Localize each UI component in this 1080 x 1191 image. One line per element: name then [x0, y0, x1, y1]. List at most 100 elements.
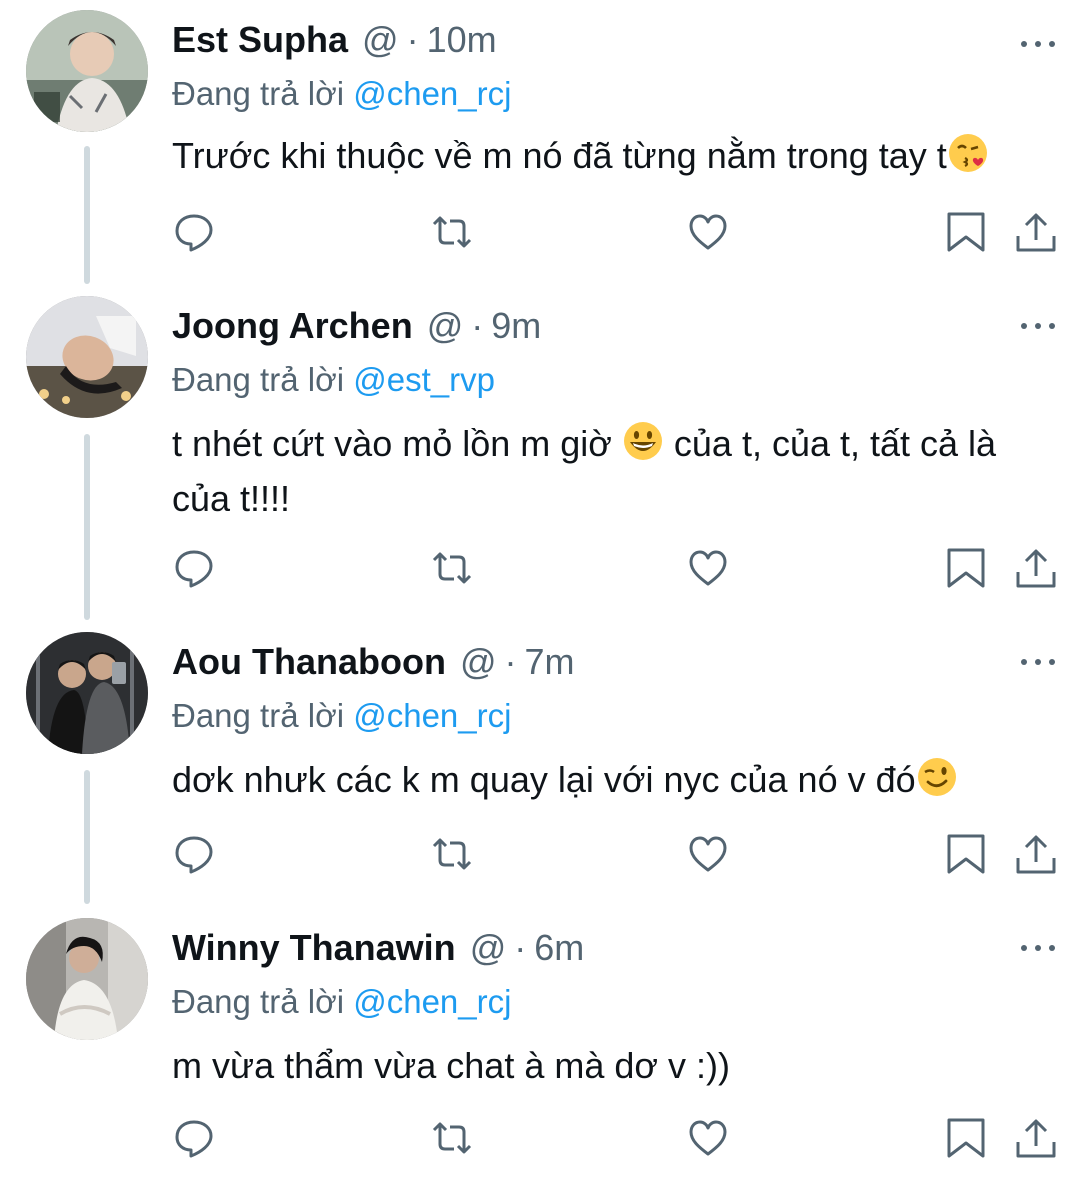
replying-prefix: Đang trả lời — [172, 75, 345, 112]
replying-to-mention[interactable]: @chen_rcj — [353, 983, 511, 1020]
bookmark-icon — [947, 834, 985, 874]
author-name[interactable]: Winny Thanawin — [172, 927, 456, 969]
tweet-text-part: t nhét cứt vào mỏ lồn m giờ — [172, 423, 622, 464]
author-handle[interactable]: @ — [427, 305, 464, 347]
reply-button[interactable] — [172, 832, 216, 876]
tweet-text-part: dơk nhưk các k m quay lại với nyc của nó… — [172, 759, 916, 800]
reply-button[interactable] — [172, 1116, 216, 1160]
share-button[interactable] — [1014, 1116, 1058, 1160]
replying-prefix: Đang trả lời — [172, 361, 345, 398]
replying-to-mention[interactable]: @chen_rcj — [353, 75, 511, 112]
tweet-time[interactable]: 10m — [427, 19, 497, 61]
like-icon — [689, 836, 727, 872]
share-button[interactable] — [1014, 210, 1058, 254]
bookmark-button[interactable] — [944, 210, 988, 254]
share-button[interactable] — [1014, 832, 1058, 876]
tweet-actions — [172, 210, 1060, 254]
tweet-time[interactable]: 7m — [525, 641, 575, 683]
avatar-winny-thanawin[interactable] — [26, 918, 148, 1040]
author-handle[interactable]: @ — [460, 641, 497, 683]
tweet-text: t nhét cứt vào mỏ lồn m giờ của t, của t… — [172, 416, 1060, 526]
bookmark-button[interactable] — [944, 832, 988, 876]
author-name[interactable]: Est Supha — [172, 19, 348, 61]
tweet-actions — [172, 1116, 1060, 1160]
retweet-button[interactable] — [430, 546, 474, 590]
like-button[interactable] — [686, 546, 730, 590]
like-icon — [689, 1120, 727, 1156]
reply-tweet-3[interactable]: Aou Thanaboon @ · 7m Đang trả lời @chen_… — [0, 626, 1080, 910]
like-button[interactable] — [686, 1116, 730, 1160]
like-icon — [689, 550, 727, 586]
more-options-button[interactable] — [1018, 34, 1058, 54]
bookmark-icon — [947, 212, 985, 252]
replying-to-mention[interactable]: @est_rvp — [353, 361, 495, 398]
bookmark-icon — [947, 1118, 985, 1158]
author-handle[interactable]: @ — [470, 927, 507, 969]
reply-icon — [175, 214, 213, 252]
kissing-heart-emoji-icon — [948, 134, 987, 172]
more-options-button[interactable] — [1018, 652, 1058, 672]
reply-icon — [175, 1120, 213, 1158]
tweet-time[interactable]: 9m — [491, 305, 541, 347]
tweet-text-part: Trước khi thuộc về m nó đã từng nằm tron… — [172, 135, 947, 176]
retweet-button[interactable] — [430, 832, 474, 876]
retweet-icon — [432, 216, 472, 248]
reply-button[interactable] — [172, 546, 216, 590]
more-options-button[interactable] — [1018, 316, 1058, 336]
avatar-joong-archen[interactable] — [26, 296, 148, 418]
retweet-icon — [432, 838, 472, 870]
tweet-header: Est Supha @ · 10m — [172, 18, 1060, 62]
avatar-est-supha[interactable] — [26, 10, 148, 132]
retweet-button[interactable] — [430, 1116, 474, 1160]
thread-connector — [84, 770, 90, 904]
like-icon — [689, 214, 727, 250]
replying-to-line: Đang trả lời @chen_rcj — [172, 74, 1060, 114]
retweet-icon — [432, 1122, 472, 1154]
author-name[interactable]: Aou Thanaboon — [172, 641, 446, 683]
replying-to-line: Đang trả lời @est_rvp — [172, 360, 1060, 400]
winking-face-emoji-icon — [917, 758, 956, 796]
tweet-text: m vừa thẩm vừa chat à mà dơ v :)) — [172, 1038, 1060, 1093]
grinning-face-emoji-icon — [623, 422, 662, 460]
reply-tweet-4[interactable]: Winny Thanawin @ · 6m Đang trả lời @chen… — [0, 910, 1080, 1191]
bookmark-button[interactable] — [944, 1116, 988, 1160]
tweet-text-part: m vừa thẩm vừa chat à mà dơ v :)) — [172, 1045, 730, 1086]
replying-to-line: Đang trả lời @chen_rcj — [172, 982, 1060, 1022]
avatar-image — [26, 632, 148, 754]
share-icon — [1016, 549, 1056, 588]
retweet-icon — [432, 552, 472, 584]
reply-icon — [175, 836, 213, 874]
tweet-actions — [172, 832, 1060, 876]
tweet-text: Trước khi thuộc về m nó đã từng nằm tron… — [172, 128, 1060, 183]
tweet-time[interactable]: 6m — [534, 927, 584, 969]
like-button[interactable] — [686, 210, 730, 254]
reply-tweet-2[interactable]: Joong Archen @ · 9m Đang trả lời @est_rv… — [0, 290, 1080, 626]
reply-button[interactable] — [172, 210, 216, 254]
replying-to-line: Đang trả lời @chen_rcj — [172, 696, 1060, 736]
tweet-header: Winny Thanawin @ · 6m — [172, 926, 1060, 970]
tweet-header: Joong Archen @ · 9m — [172, 304, 1060, 348]
like-button[interactable] — [686, 832, 730, 876]
more-options-button[interactable] — [1018, 938, 1058, 958]
avatar-image — [26, 296, 148, 418]
replying-to-mention[interactable]: @chen_rcj — [353, 697, 511, 734]
share-icon — [1016, 835, 1056, 874]
bookmark-button[interactable] — [944, 546, 988, 590]
replying-prefix: Đang trả lời — [172, 697, 345, 734]
avatar-image — [26, 10, 148, 132]
thread-connector — [84, 434, 90, 620]
share-button[interactable] — [1014, 546, 1058, 590]
more-icon — [1021, 323, 1055, 329]
share-icon — [1016, 213, 1056, 252]
retweet-button[interactable] — [430, 210, 474, 254]
author-name[interactable]: Joong Archen — [172, 305, 413, 347]
share-icon — [1016, 1119, 1056, 1158]
separator-dot: · — [406, 19, 419, 60]
avatar-aou-thanaboon[interactable] — [26, 632, 148, 754]
separator-dot: · — [514, 927, 527, 968]
author-handle[interactable]: @ — [362, 19, 399, 61]
avatar-image — [26, 918, 148, 1040]
reply-tweet-1[interactable]: Est Supha @ · 10m Đang trả lời @chen_rcj… — [0, 0, 1080, 290]
separator-dot: · — [504, 641, 517, 682]
tweet-actions — [172, 546, 1060, 590]
